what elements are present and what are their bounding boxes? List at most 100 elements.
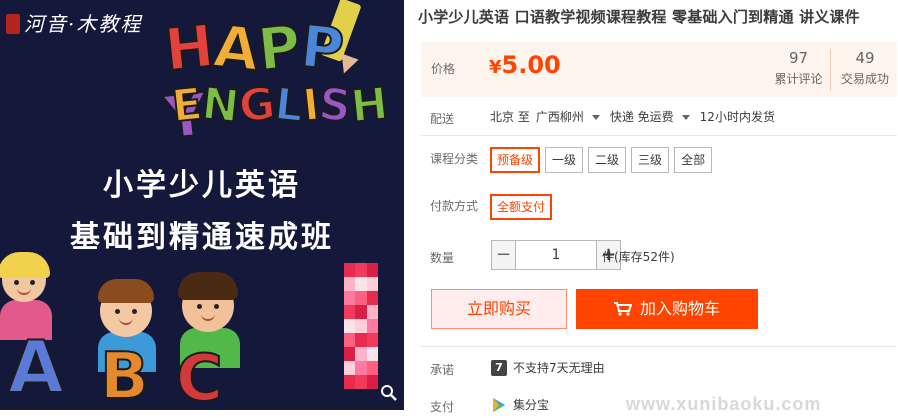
divider — [421, 135, 897, 136]
category-option[interactable]: 二级 — [588, 147, 627, 173]
quantity-label: 数量 — [430, 251, 455, 265]
kid-illustration — [178, 272, 238, 332]
pay-label: 支付 — [430, 400, 455, 414]
reviews-label: 累计评论 — [774, 72, 823, 86]
promise-label: 承诺 — [430, 363, 455, 377]
jifenbao-icon — [493, 397, 505, 412]
seven-day-icon: 7 — [491, 359, 507, 376]
kid-eye — [197, 304, 202, 309]
product-main-image[interactable]: 河音·木教程 HAPPY ENGLISH 小学少儿英语 基础到精通速成班 A B… — [0, 0, 404, 410]
shipping-label: 配送 — [430, 112, 455, 126]
mosaic-tile — [344, 305, 356, 319]
mosaic-tile — [344, 333, 356, 347]
mosaic-tile — [344, 375, 356, 389]
mosaic-tile — [355, 347, 367, 361]
pay-method-text: 集分宝 — [513, 398, 550, 412]
pay-row: 集分宝 — [491, 396, 549, 413]
ship-to-select[interactable]: 广西柳州 — [536, 110, 584, 124]
promise-row: 7 不支持7天无理由 — [491, 359, 605, 376]
shipping-row: 北京 至广西柳州 快递 免运费 12小时内发货 — [490, 108, 781, 125]
kid-eye — [214, 304, 219, 309]
letter-b: B — [99, 339, 150, 410]
divider — [421, 346, 897, 347]
category-option[interactable]: 三级 — [631, 147, 670, 173]
cart-icon — [613, 302, 632, 316]
mosaic-tile — [355, 361, 367, 375]
mosaic-tile — [344, 277, 356, 291]
zoom-magnifier-icon[interactable] — [380, 384, 398, 402]
mosaic-tile — [344, 291, 356, 305]
happy-letter: A — [209, 11, 263, 85]
kid-eye — [30, 280, 35, 285]
stock-text: 件(库存52件) — [602, 250, 675, 264]
mosaic-tile — [355, 277, 367, 291]
dispatch-time: 12小时内发货 — [699, 110, 775, 124]
kid-eye — [132, 309, 137, 314]
kid-hair — [98, 279, 154, 303]
mosaic-tile — [344, 319, 356, 333]
payment-mode-options: 全额支付 — [490, 194, 553, 220]
kid-mouth — [119, 318, 133, 325]
kid-eye — [115, 309, 120, 314]
payment-mode-option[interactable]: 全额支付 — [490, 194, 553, 220]
happy-letter: H — [161, 11, 218, 86]
price-number: 5.00 — [501, 51, 561, 79]
kid-illustration — [98, 279, 154, 337]
mosaic-tile — [366, 347, 378, 361]
mosaic-tile — [355, 291, 367, 305]
brand-logo: 河音·木教程 — [6, 6, 156, 50]
deals-label: 交易成功 — [840, 72, 889, 86]
category-option[interactable]: 一级 — [545, 147, 584, 173]
add-to-cart-button[interactable]: 加入购物车 — [576, 289, 758, 329]
currency-symbol: ¥ — [489, 57, 502, 78]
quantity-input[interactable] — [516, 240, 596, 270]
watermark: www.xunibaoku.com — [626, 394, 822, 414]
buy-now-button[interactable]: 立即购买 — [431, 289, 567, 329]
category-option[interactable]: 全部 — [674, 147, 713, 173]
mosaic-tile — [344, 361, 356, 375]
image-headline-2: 基础到精通速成班 — [70, 220, 334, 255]
mosaic-tile — [366, 291, 378, 305]
english-letter: H — [348, 77, 392, 134]
deals-stat: 49 交易成功 — [833, 49, 897, 91]
promise-text[interactable]: 不支持7天无理由 — [513, 359, 605, 376]
seal-stamp — [6, 14, 20, 34]
reviews-stat[interactable]: 97 累计评论 — [767, 49, 831, 91]
ship-method-select[interactable]: 快递 免运费 — [610, 110, 674, 124]
kid-eye — [14, 280, 19, 285]
price-panel: 价格 ¥5.00 97 累计评论 49 交易成功 — [421, 42, 897, 97]
price-label: 价格 — [431, 62, 456, 76]
mosaic-tile — [366, 263, 378, 277]
letter-a: A — [7, 324, 65, 410]
category-label: 课程分类 — [430, 152, 479, 166]
english-letter: N — [198, 77, 242, 134]
category-option[interactable]: 预备级 — [490, 147, 541, 173]
add-to-cart-label: 加入购物车 — [639, 299, 720, 318]
ship-from: 北京 至 — [490, 110, 530, 124]
mosaic-tile — [366, 305, 378, 319]
image-headline-1: 小学少儿英语 — [103, 168, 301, 203]
product-title: 小学少儿英语 口语教学视频课程教程 零基础入门到精通 讲义课件 — [418, 8, 860, 26]
deals-count: 49 — [855, 49, 875, 67]
english-letter: G — [235, 77, 278, 133]
mosaic-tile — [366, 333, 378, 347]
chevron-down-icon[interactable] — [681, 115, 690, 120]
kid-mouth — [201, 314, 215, 321]
chevron-down-icon[interactable] — [591, 115, 600, 120]
pixelated-mosaic — [344, 263, 378, 389]
price-value: ¥5.00 — [489, 51, 561, 79]
kid-mouth — [17, 288, 31, 295]
decrement-button[interactable]: − — [491, 240, 516, 270]
mosaic-tile — [366, 319, 378, 333]
happy-letter: P — [254, 11, 305, 85]
mosaic-tile — [366, 361, 378, 375]
english-word: ENGLISH — [168, 77, 392, 134]
mosaic-tile — [355, 375, 367, 389]
logo-script-text: 河音·木教程 — [24, 12, 143, 36]
mosaic-tile — [355, 305, 367, 319]
mosaic-tile — [344, 263, 356, 277]
happy-letter: P — [297, 11, 348, 85]
mosaic-tile — [366, 375, 378, 389]
category-options: 预备级 一级 二级 三级 全部 — [490, 147, 713, 173]
kid-illustration — [0, 252, 50, 302]
